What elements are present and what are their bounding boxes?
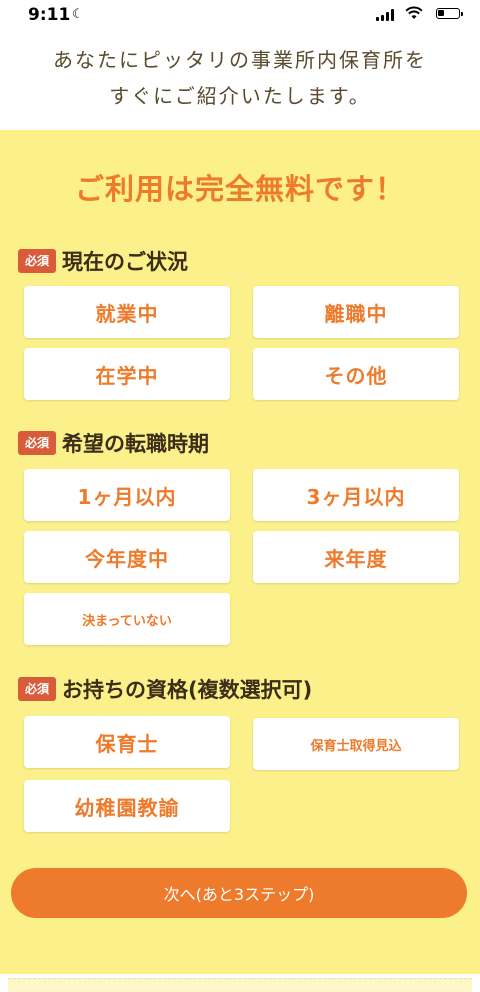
option-kindergarten-teacher[interactable]: 幼稚園教諭 xyxy=(24,780,230,832)
section-qualification-label: 必須 お持ちの資格(複数選択可) xyxy=(18,674,312,704)
option-this-fiscal-year[interactable]: 今年度中 xyxy=(24,531,230,583)
section-status-label: 必須 現在のご状況 xyxy=(18,246,188,276)
battery-icon xyxy=(436,8,463,19)
free-headline: ご利用は完全無料です！ xyxy=(74,172,405,206)
option-childcare-worker[interactable]: 保育士 xyxy=(24,716,230,768)
intro-line-1: あなたにピッタリの事業所内保育所を xyxy=(53,48,427,72)
option-other[interactable]: その他 xyxy=(253,348,459,400)
status-time: 9:11 xyxy=(28,5,71,25)
section-title: お持ちの資格(複数選択可) xyxy=(62,678,313,702)
option-employed[interactable]: 就業中 xyxy=(24,286,230,338)
section-title: 希望の転職時期 xyxy=(62,432,210,456)
option-within-3-months[interactable]: 3ヶ月以内 xyxy=(253,469,459,521)
required-badge: 必須 xyxy=(18,431,57,455)
required-badge: 必須 xyxy=(18,677,57,701)
intro-line-2: すぐにご紹介いたします。 xyxy=(109,84,371,108)
next-button[interactable]: 次へ(あと3ステップ) xyxy=(11,868,467,918)
option-childcare-worker-expected[interactable]: 保育士取得見込 xyxy=(253,718,459,770)
intro-text: あなたにピッタリの事業所内保育所を すぐにご紹介いたします。 xyxy=(0,32,480,124)
section-timing-label: 必須 希望の転職時期 xyxy=(18,428,209,458)
required-badge: 必須 xyxy=(18,249,57,273)
section-title: 現在のご状況 xyxy=(62,250,189,274)
option-undecided[interactable]: 決まっていない xyxy=(24,593,230,645)
bottom-strip xyxy=(8,978,472,992)
option-within-1-month[interactable]: 1ヶ月以内 xyxy=(24,469,230,521)
moon-icon: ☾ xyxy=(72,7,84,22)
option-next-fiscal-year[interactable]: 来年度 xyxy=(253,531,459,583)
signal-icon xyxy=(376,9,398,21)
option-unemployed[interactable]: 離職中 xyxy=(253,286,459,338)
wifi-icon xyxy=(405,6,423,24)
form-panel: ご利用は完全無料です！ 必須 現在のご状況 就業中 離職中 在学中 その他 必須… xyxy=(0,130,480,974)
option-student[interactable]: 在学中 xyxy=(24,348,230,400)
status-bar: 9:11 ☾ xyxy=(0,0,480,30)
